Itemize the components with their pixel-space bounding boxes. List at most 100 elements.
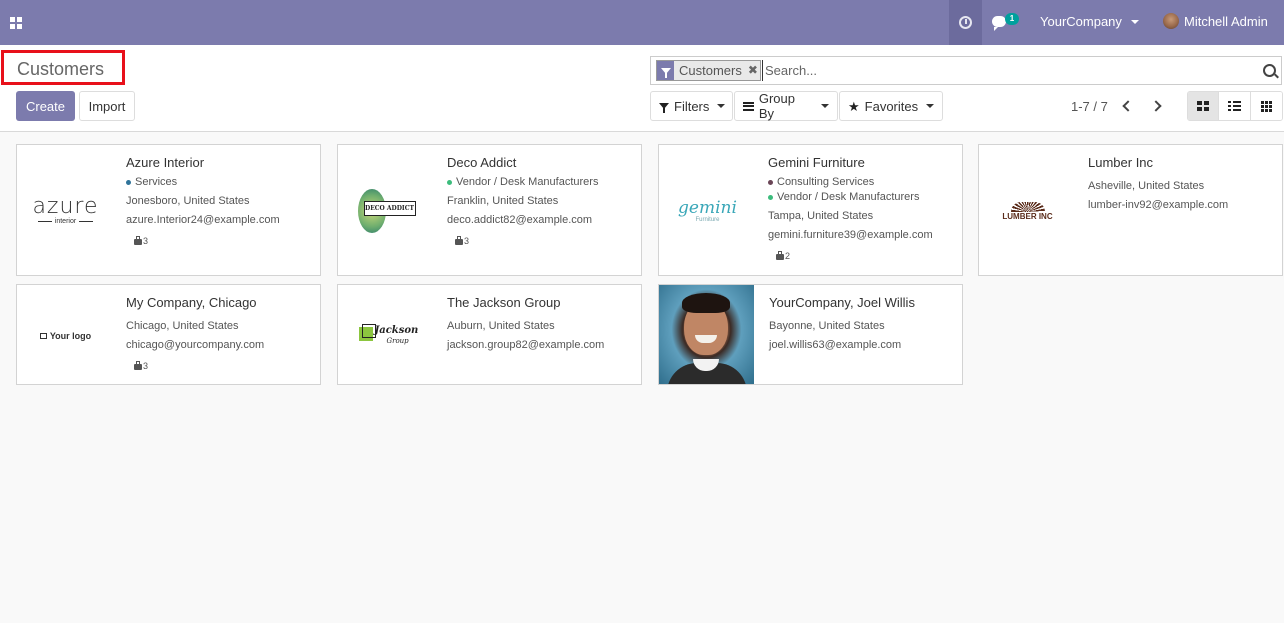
favorites-dropdown[interactable]: ★ Favorites — [839, 91, 943, 121]
control-panel: Customers Create Import Customers ✖ Filt… — [0, 45, 1284, 132]
user-menu[interactable]: Mitchell Admin — [1163, 13, 1268, 29]
tag-dot-icon — [447, 180, 452, 185]
import-button[interactable]: Import — [79, 91, 135, 121]
card-tag: Vendor / Desk Manufacturers — [768, 190, 958, 205]
page-title: Customers — [17, 59, 105, 79]
company-name: YourCompany — [1040, 14, 1122, 29]
star-icon: ★ — [848, 98, 860, 114]
card-address: Bayonne, United States — [769, 320, 885, 332]
card-name: Gemini Furniture — [768, 155, 865, 170]
tag-dot-icon — [126, 180, 131, 185]
card-tag: Vendor / Desk Manufacturers — [447, 175, 637, 190]
card-name: Azure Interior — [126, 155, 205, 170]
facet-remove-icon[interactable]: ✖ — [746, 61, 760, 80]
card-address: Asheville, United States — [1088, 180, 1205, 192]
briefcase-icon — [776, 251, 784, 260]
card-meetings: 3 — [455, 236, 637, 246]
card-name: The Jackson Group — [447, 295, 561, 310]
filter-icon — [659, 103, 669, 113]
card-address: Auburn, United States — [447, 320, 555, 332]
apps-menu-button[interactable] — [0, 0, 32, 45]
messaging-button[interactable]: 1 — [990, 12, 1022, 34]
apps-grid-icon — [10, 16, 22, 29]
card-address: Jonesboro, United States — [126, 195, 250, 207]
pager-next-button[interactable] — [1148, 98, 1164, 114]
card-name: Lumber Inc — [1088, 155, 1154, 170]
briefcase-icon — [455, 236, 463, 245]
search-input[interactable] — [762, 60, 1252, 81]
filter-icon — [657, 61, 674, 80]
card-email: lumber-inv92@example.com — [1088, 199, 1229, 211]
top-navbar: 1 YourCompany Mitchell Admin — [0, 0, 1284, 45]
company-logo: Your logo — [18, 286, 113, 385]
clock-icon — [959, 16, 972, 29]
search-facet: Customers ✖ — [656, 60, 761, 81]
activity-button[interactable] — [949, 0, 982, 45]
briefcase-icon — [134, 361, 142, 370]
kanban-card[interactable]: DECO ADDICT Deco Addict Vendor / Desk Ma… — [337, 144, 642, 276]
caret-down-icon — [926, 104, 935, 108]
kanban-card[interactable]: azure interior Azure Interior Services J… — [16, 144, 321, 276]
filters-dropdown[interactable]: Filters — [650, 91, 733, 121]
contact-photo — [659, 285, 754, 384]
card-email: azure.Interior24@example.com — [126, 214, 280, 226]
logo-icon — [39, 332, 47, 339]
avatar — [1163, 13, 1179, 29]
card-name: My Company, Chicago — [126, 295, 257, 310]
card-email: joel.willis63@example.com — [769, 339, 902, 351]
filters-label: Filters — [674, 98, 710, 114]
grid-view-button[interactable] — [1250, 92, 1282, 120]
company-logo: Jackson Group — [339, 286, 434, 385]
card-address: Tampa, United States — [768, 210, 874, 222]
chevron-left-icon — [1122, 100, 1134, 112]
pager-value[interactable]: 1-7 / 7 — [1071, 99, 1108, 114]
company-logo: azure interior — [32, 193, 99, 225]
user-name: Mitchell Admin — [1184, 13, 1268, 29]
kanban-card[interactable]: LUMBER INC Lumber Inc Asheville, United … — [978, 144, 1283, 276]
card-meetings: 2 — [776, 251, 958, 261]
breadcrumb: Customers — [1, 50, 125, 85]
groupby-dropdown[interactable]: Group By — [734, 91, 838, 121]
kanban-card[interactable]: gemini Furniture Gemini Furniture Consul… — [658, 144, 963, 276]
caret-down-icon — [1130, 19, 1139, 24]
briefcase-icon — [134, 236, 142, 245]
list-view-button[interactable] — [1219, 92, 1251, 120]
card-email: gemini.furniture39@example.com — [768, 229, 933, 241]
kanban-view-button[interactable] — [1188, 92, 1220, 120]
card-email: chicago@yourcompany.com — [126, 339, 265, 351]
pager-previous-button[interactable] — [1120, 98, 1136, 114]
company-logo: LUMBER INC — [980, 146, 1075, 276]
tag-dot-icon — [768, 195, 773, 200]
card-meetings: 3 — [134, 236, 316, 246]
list-icon — [1228, 101, 1242, 111]
create-button[interactable]: Create — [16, 91, 75, 121]
groupby-label: Group By — [758, 91, 795, 121]
kanban-card[interactable]: Jackson Group The Jackson Group Auburn, … — [337, 284, 642, 385]
card-meetings: 3 — [134, 361, 316, 371]
search-bar: Customers ✖ — [650, 56, 1282, 85]
card-email: jackson.group82@example.com — [447, 339, 605, 351]
card-name: YourCompany, Joel Willis — [769, 295, 915, 310]
company-logo: DECO ADDICT — [339, 146, 434, 276]
caret-down-icon — [717, 104, 726, 108]
kanban-card[interactable]: Your logo My Company, Chicago Chicago, U… — [16, 284, 321, 385]
company-logo: gemini Furniture — [678, 198, 737, 223]
kanban-card[interactable]: YourCompany, Joel Willis Bayonne, United… — [658, 284, 963, 385]
card-email: deco.addict82@example.com — [447, 214, 593, 226]
facet-label: Customers — [679, 63, 742, 78]
tag-dot-icon — [768, 180, 773, 185]
chat-count-badge: 1 — [1005, 13, 1019, 25]
card-name: Deco Addict — [447, 155, 517, 170]
chat-bubble-icon — [992, 16, 1006, 31]
grid-icon — [1260, 100, 1272, 112]
kanban-icon — [1197, 101, 1210, 111]
favorites-label: Favorites — [864, 98, 919, 114]
company-switcher[interactable]: YourCompany — [1040, 14, 1139, 29]
card-address: Chicago, United States — [126, 320, 239, 332]
bars-icon — [743, 101, 754, 111]
card-address: Franklin, United States — [447, 195, 559, 207]
card-tag: Services — [126, 175, 316, 190]
caret-down-icon — [821, 104, 829, 108]
search-icon[interactable] — [1263, 64, 1276, 77]
chevron-right-icon — [1150, 100, 1162, 112]
